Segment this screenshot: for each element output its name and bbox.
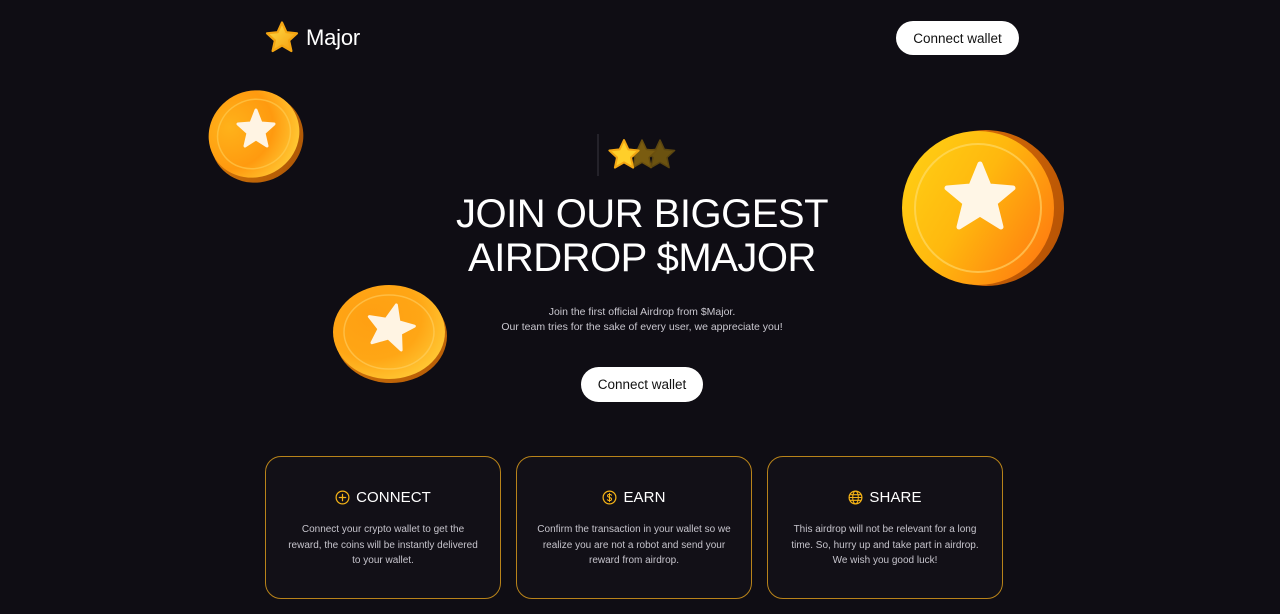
card-description: Connect your crypto wallet to get the re… [288,524,478,566]
card-title: SHARE [869,489,922,506]
card-title: CONNECT [356,489,431,506]
hero-subtitle: Join the first official Airdrop from $Ma… [440,305,844,335]
card-title: EARN [623,489,666,506]
hero-connect-wallet-button[interactable]: Connect wallet [581,367,703,402]
plus-circle-icon [335,490,350,505]
star-logo-icon [264,20,300,56]
logo-text: Major [306,25,361,50]
gold-coin-icon [329,280,449,386]
hero-title-line-1: JOIN OUR BIGGEST [455,192,829,236]
logo[interactable]: Major [264,20,360,56]
card-description: Confirm the transaction in your wallet s… [537,524,731,566]
hero-subtitle-line-2: Our team tries for the sake of every use… [501,321,783,333]
hero-title-line-2: AIRDROP $MAJOR [468,236,816,280]
card-header: SHARE [768,489,1002,506]
card-header: CONNECT [266,489,500,506]
card-header: EARN [517,489,751,506]
feature-card-earn: EARN Confirm the transaction in your wal… [516,456,752,599]
feature-card-share: SHARE This airdrop will not be relevant … [767,456,1003,599]
feature-card-connect: CONNECT Connect your crypto wallet to ge… [265,456,501,599]
gold-coin-icon [202,86,306,186]
hero-subtitle-line-1: Join the first official Airdrop from $Ma… [548,306,736,318]
globe-icon [848,490,863,505]
card-description: This airdrop will not be relevant for a … [791,524,979,566]
landing-page: Major Connect wallet JOIN OUR BIGGEST AI… [0,0,1280,614]
hero-title: JOIN OUR BIGGEST AIRDROP $MAJOR [340,192,944,280]
rating-stars [596,134,686,176]
dollar-circle-icon [602,490,617,505]
header-connect-wallet-button[interactable]: Connect wallet [896,21,1019,55]
